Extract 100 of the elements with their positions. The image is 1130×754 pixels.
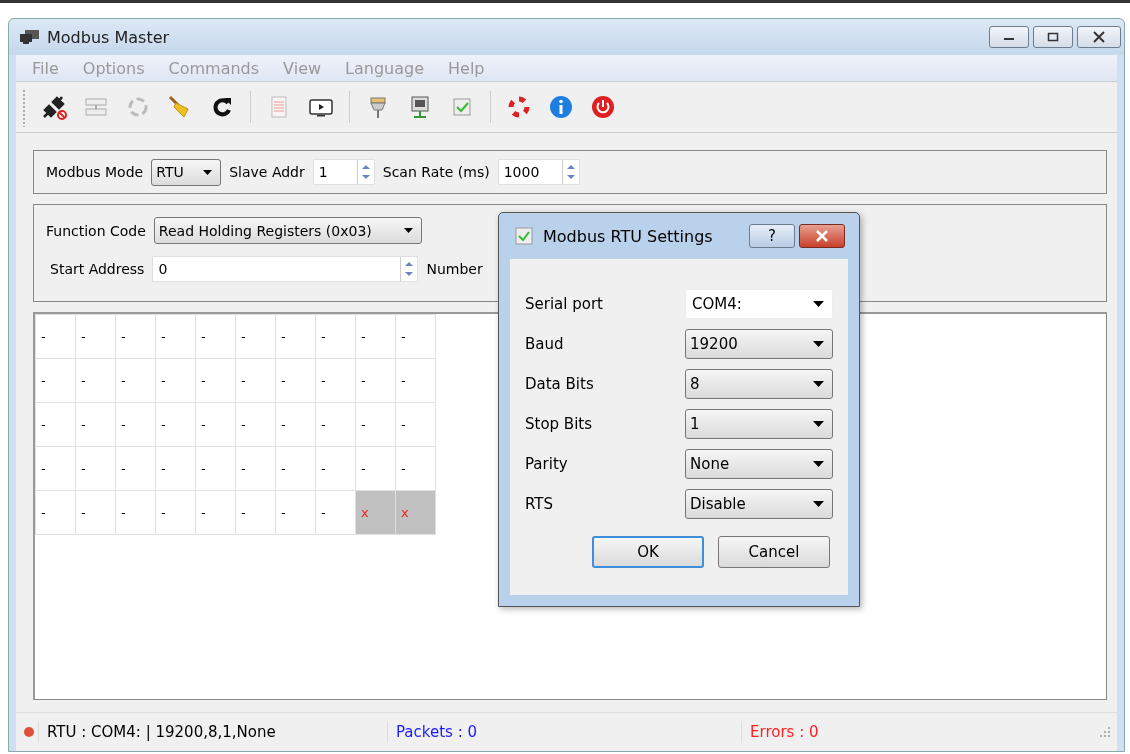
dropdown[interactable]: 19200 <box>685 329 833 359</box>
table-cell: - <box>195 490 236 535</box>
field-label: RTS <box>525 495 554 513</box>
resize-grip-icon <box>1099 726 1111 738</box>
table-cell: - <box>275 402 316 447</box>
table-cell: - <box>315 402 356 447</box>
dropdown[interactable]: 1 <box>685 409 833 439</box>
table-cell: - <box>315 446 356 491</box>
table-cell: x <box>355 490 396 535</box>
table-cell: - <box>75 490 116 535</box>
help-button[interactable]: ? <box>749 224 795 248</box>
close-button[interactable] <box>799 224 845 248</box>
dropdown[interactable]: None <box>685 449 833 479</box>
field-label: Slave Addr <box>229 164 305 180</box>
field-label: Modbus Mode <box>46 164 144 180</box>
cancel-button[interactable]: Cancel <box>718 536 830 568</box>
status-dot <box>24 727 34 737</box>
table-cell: - <box>275 358 316 403</box>
table-cell: - <box>275 446 316 491</box>
table-cell: - <box>195 402 236 447</box>
table-cell: - <box>115 358 156 403</box>
table-cell: - <box>155 446 196 491</box>
table-cell: - <box>275 314 316 359</box>
field-label: Stop Bits <box>525 415 594 433</box>
field-label: Baud <box>525 335 565 353</box>
caret-icon <box>813 461 824 467</box>
table-cell: - <box>395 446 436 491</box>
field-label: Data Bits <box>525 375 595 393</box>
status-text: RTU : COM4: | 19200,8,1,None <box>38 721 387 743</box>
table-cell: - <box>275 490 316 535</box>
ok-button[interactable]: OK <box>592 536 704 568</box>
status-text: Errors : 0 <box>741 721 1090 743</box>
minimize-button[interactable] <box>989 26 1029 48</box>
table-cell: - <box>75 358 116 403</box>
table-cell: - <box>155 314 196 359</box>
table-cell: - <box>115 446 156 491</box>
table-cell: - <box>355 358 396 403</box>
table-cell: - <box>75 446 116 491</box>
table-cell: - <box>355 402 396 447</box>
table-cell: - <box>395 314 436 359</box>
close-button[interactable] <box>1077 26 1121 48</box>
table-cell: - <box>35 402 76 447</box>
info-icon[interactable] <box>547 93 575 121</box>
table-cell: - <box>195 446 236 491</box>
dropdown[interactable]: 8 <box>685 369 833 399</box>
table-cell: - <box>35 314 76 359</box>
table-cell: - <box>115 490 156 535</box>
table-cell: - <box>195 314 236 359</box>
table-cell: - <box>315 358 356 403</box>
dropdown[interactable]: Disable <box>685 489 833 519</box>
caret-icon <box>813 421 824 427</box>
caret-icon <box>813 341 824 347</box>
table-cell: - <box>155 358 196 403</box>
field-label: Serial port <box>525 295 604 313</box>
table-cell: - <box>35 446 76 491</box>
table-cell: - <box>75 314 116 359</box>
caret-icon <box>813 381 824 387</box>
table-cell: - <box>155 402 196 447</box>
table-cell: x <box>395 490 436 535</box>
table-cell: - <box>35 490 76 535</box>
table-cell: - <box>315 314 356 359</box>
table-cell: - <box>75 402 116 447</box>
scan-rate-spinbox[interactable]: 1000 <box>497 159 580 185</box>
table-cell: - <box>395 402 436 447</box>
computers-icon <box>19 29 41 45</box>
table-cell: - <box>235 358 276 403</box>
caret-icon <box>813 501 824 507</box>
checkbox-icon <box>515 227 533 245</box>
start-address-spinbox[interactable]: 0 <box>152 256 419 282</box>
power-icon[interactable] <box>589 93 617 121</box>
caret-icon <box>403 228 413 233</box>
field-label: Scan Rate (ms) <box>382 164 490 180</box>
table-cell: - <box>355 446 396 491</box>
field-label: Number <box>426 261 483 277</box>
dialog-title: Modbus RTU Settings <box>543 226 713 246</box>
maximize-icon <box>1047 32 1059 42</box>
window-title: Modbus Master <box>47 27 170 47</box>
field-label: Parity <box>525 455 569 473</box>
mode-dropdown[interactable]: RTU <box>151 158 222 186</box>
field-label: Start Address <box>50 261 145 277</box>
slave-address-spinbox[interactable]: 1 <box>312 159 375 185</box>
table-cell: - <box>155 490 196 535</box>
table-cell: - <box>235 446 276 491</box>
table-cell: - <box>235 490 276 535</box>
maximize-button[interactable] <box>1033 26 1073 48</box>
table-cell: - <box>115 402 156 447</box>
field-label: Function Code <box>46 222 146 239</box>
table-cell: - <box>195 358 236 403</box>
table-cell: - <box>395 358 436 403</box>
table-cell: - <box>35 358 76 403</box>
close-icon <box>815 230 829 242</box>
caret-icon <box>203 169 213 175</box>
dropdown[interactable]: COM4: <box>685 289 833 319</box>
table-cell: - <box>235 402 276 447</box>
table-cell: - <box>115 314 156 359</box>
table-cell: - <box>355 314 396 359</box>
function-code-dropdown[interactable]: Read Holding Registers (0x03) <box>153 217 422 244</box>
table-cell: - <box>235 314 276 359</box>
toolbar-grip-icon <box>22 87 26 127</box>
close-icon <box>1092 31 1106 43</box>
